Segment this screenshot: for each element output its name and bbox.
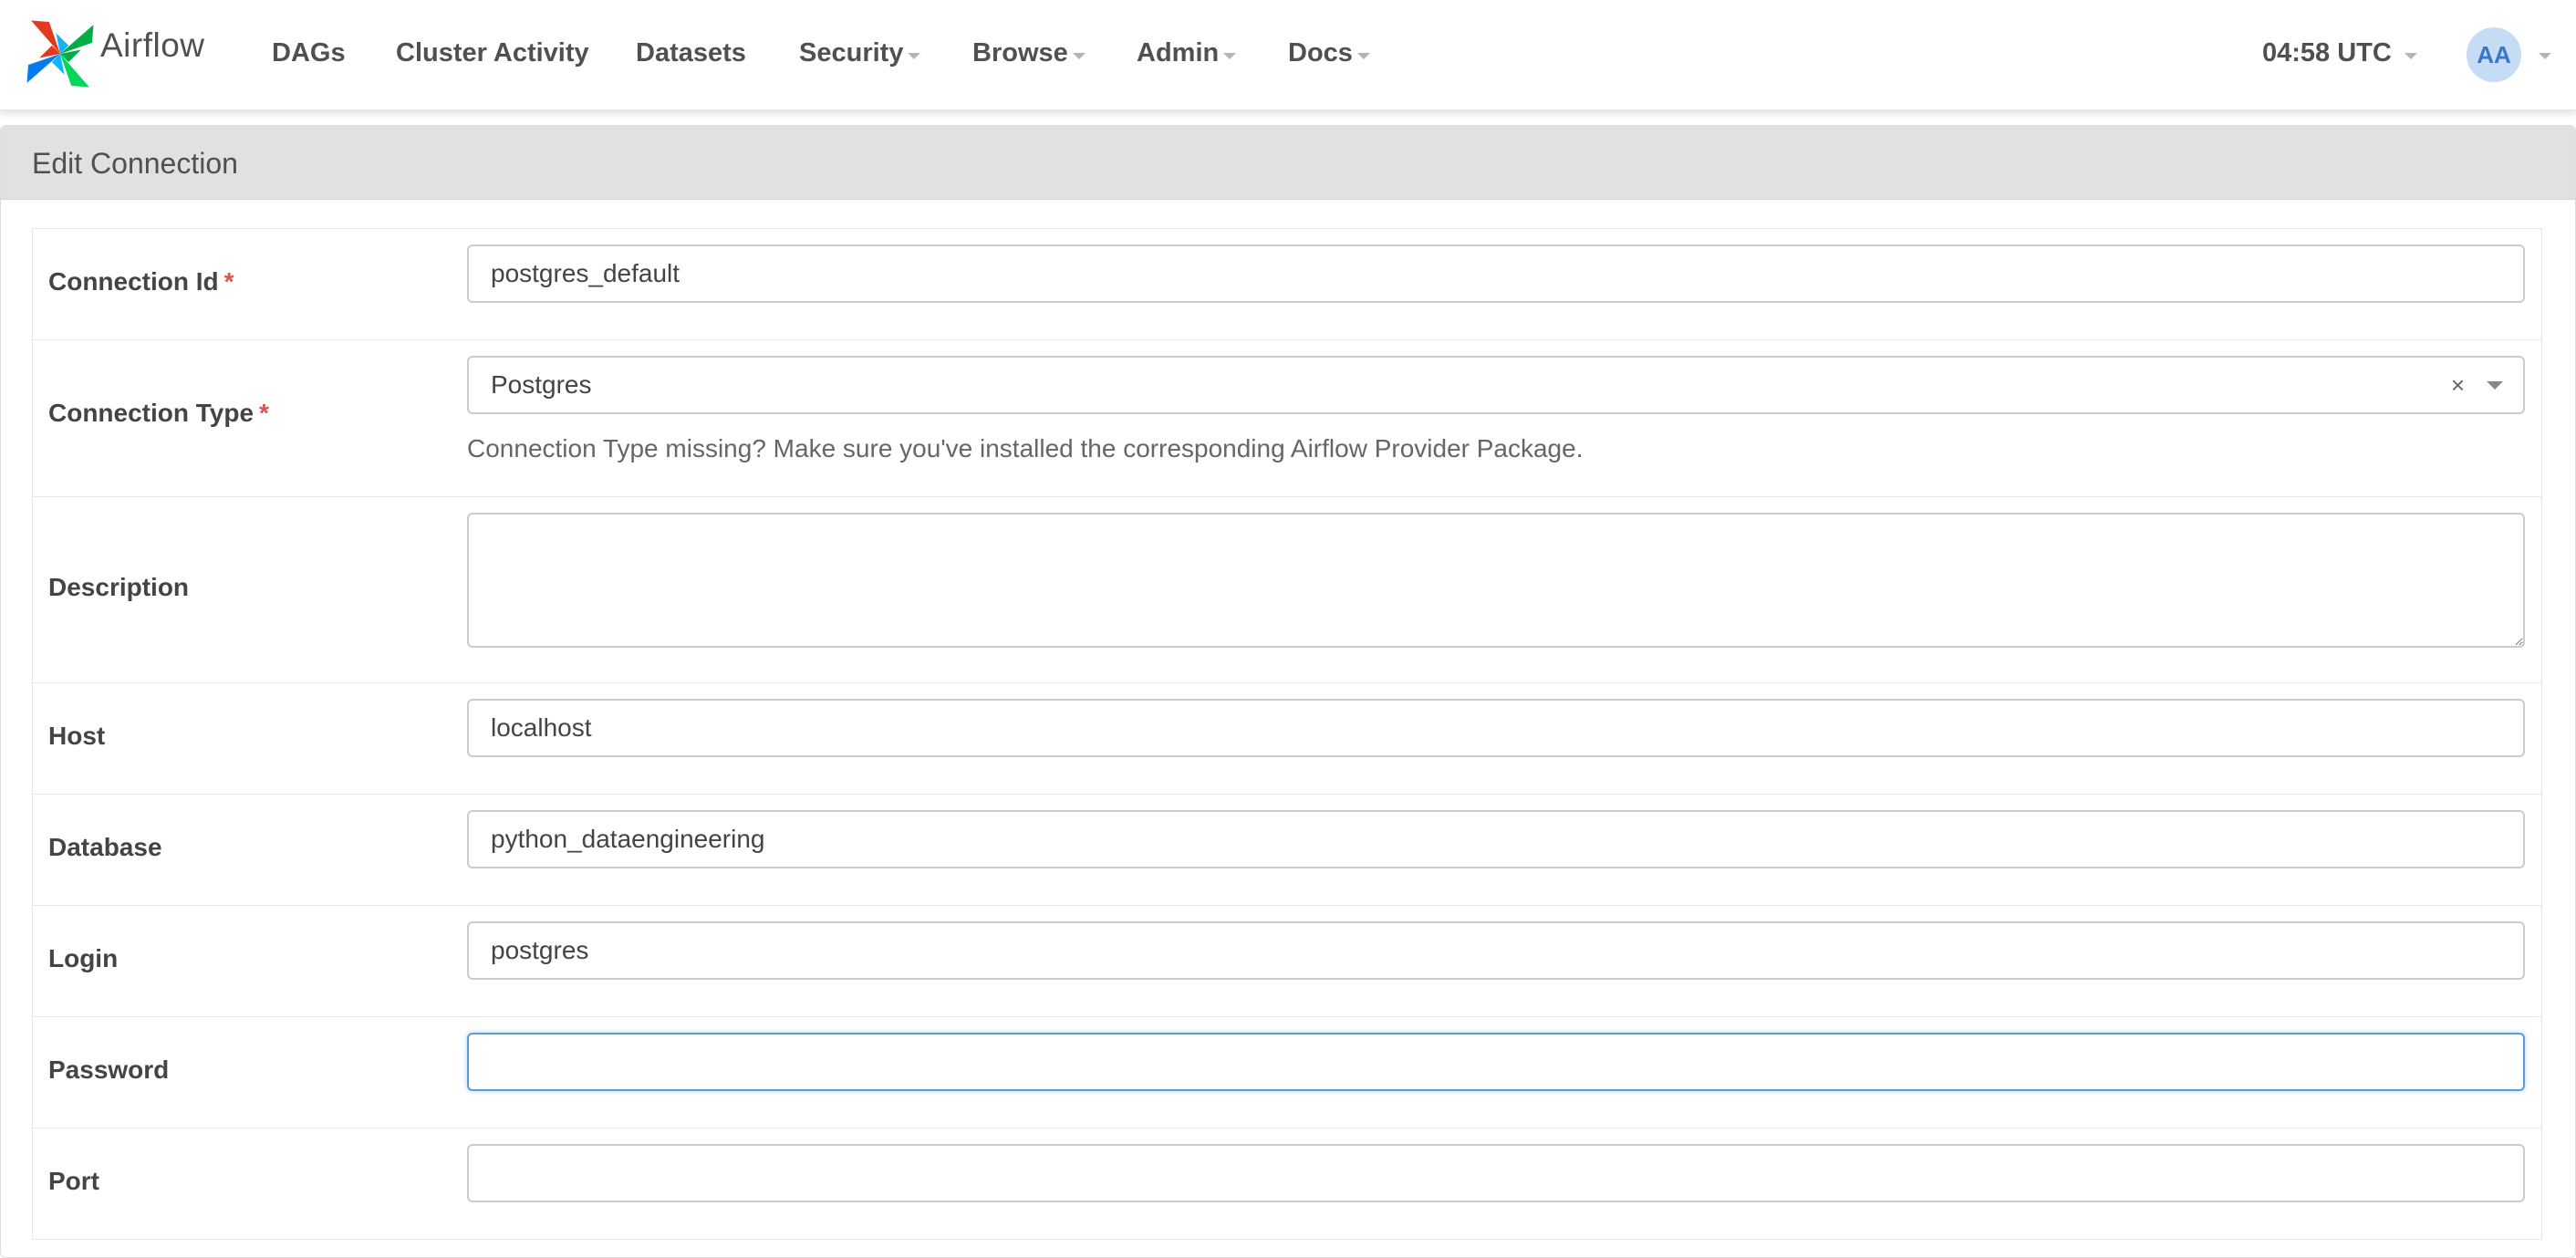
database-input[interactable] bbox=[467, 810, 2525, 868]
connection-id-label: Connection Id * bbox=[48, 267, 234, 296]
nav-cluster-activity[interactable]: Cluster Activity bbox=[396, 35, 589, 71]
nav-admin-label: Admin bbox=[1137, 38, 1220, 68]
row-description: Description bbox=[32, 497, 2542, 683]
nav-cluster-activity-label: Cluster Activity bbox=[396, 38, 589, 68]
connection-type-selected-value: Postgres bbox=[491, 370, 592, 399]
brand-link[interactable]: Airflow bbox=[26, 13, 205, 95]
port-input[interactable] bbox=[467, 1144, 2525, 1202]
nav-datasets-label: Datasets bbox=[636, 38, 746, 68]
required-marker: * bbox=[223, 267, 234, 296]
brand-name: Airflow bbox=[100, 26, 205, 64]
password-label: Password bbox=[48, 1055, 170, 1084]
row-port: Port bbox=[32, 1128, 2542, 1240]
caret-down-icon bbox=[1223, 52, 1237, 59]
edit-connection-panel: Edit Connection Connection Id* Connectio… bbox=[0, 125, 2576, 1258]
host-input[interactable] bbox=[467, 699, 2525, 757]
connection-id-input[interactable] bbox=[467, 244, 2525, 303]
nav-docs[interactable]: Docs bbox=[1288, 35, 1370, 71]
caret-down-icon bbox=[1356, 52, 1370, 59]
row-host: Host bbox=[32, 683, 2542, 795]
panel-title: Edit Connection bbox=[1, 126, 2575, 200]
row-login: Login bbox=[32, 906, 2542, 1017]
row-database: Database bbox=[32, 795, 2542, 906]
row-connection-id: Connection Id * bbox=[32, 229, 2542, 340]
row-connection-type: Connection Type * Postgres × Connection T… bbox=[32, 340, 2542, 497]
nav-datasets[interactable]: Datasets bbox=[636, 35, 746, 71]
nav-admin[interactable]: Admin bbox=[1137, 35, 1237, 71]
connection-type-label-text: Connection Type bbox=[48, 399, 254, 427]
top-navbar: Airflow DAGs Cluster Activity Datasets S… bbox=[0, 0, 2576, 110]
password-input[interactable] bbox=[467, 1033, 2525, 1091]
required-marker: * bbox=[259, 399, 269, 427]
airflow-logo-icon bbox=[26, 20, 94, 88]
utc-clock-label: 04:58 UTC bbox=[2262, 38, 2392, 68]
user-avatar[interactable]: AA bbox=[2467, 27, 2521, 82]
chevron-down-icon[interactable] bbox=[2487, 381, 2503, 390]
database-label: Database bbox=[48, 833, 162, 861]
caret-down-icon bbox=[1072, 52, 1085, 59]
login-input[interactable] bbox=[467, 921, 2525, 980]
clear-icon[interactable]: × bbox=[2451, 358, 2465, 412]
connection-type-label: Connection Type * bbox=[48, 399, 269, 428]
nav-docs-label: Docs bbox=[1288, 38, 1353, 68]
description-textarea[interactable] bbox=[467, 513, 2525, 648]
connection-type-select[interactable]: Postgres × bbox=[467, 356, 2525, 414]
connection-type-help: Connection Type missing? Make sure you'v… bbox=[467, 434, 1584, 463]
login-label: Login bbox=[48, 944, 119, 972]
nav-security-label: Security bbox=[799, 38, 904, 68]
nav-dags-label: DAGs bbox=[272, 38, 346, 68]
connection-form: Connection Id* Connection Type* Postgres… bbox=[32, 228, 2542, 1240]
port-label: Port bbox=[48, 1167, 99, 1195]
utc-clock[interactable]: 04:58 UTC bbox=[2262, 35, 2417, 71]
caret-down-icon[interactable] bbox=[2539, 53, 2551, 59]
row-password: Password bbox=[32, 1017, 2542, 1128]
host-label: Host bbox=[48, 722, 106, 750]
connection-id-label-text: Connection Id bbox=[48, 267, 219, 296]
nav-dags[interactable]: DAGs bbox=[272, 35, 346, 71]
caret-down-icon bbox=[2404, 52, 2417, 59]
nav-browse[interactable]: Browse bbox=[972, 35, 1085, 71]
description-label: Description bbox=[48, 573, 190, 601]
caret-down-icon bbox=[908, 52, 921, 59]
nav-security[interactable]: Security bbox=[799, 35, 921, 71]
nav-browse-label: Browse bbox=[972, 38, 1068, 68]
